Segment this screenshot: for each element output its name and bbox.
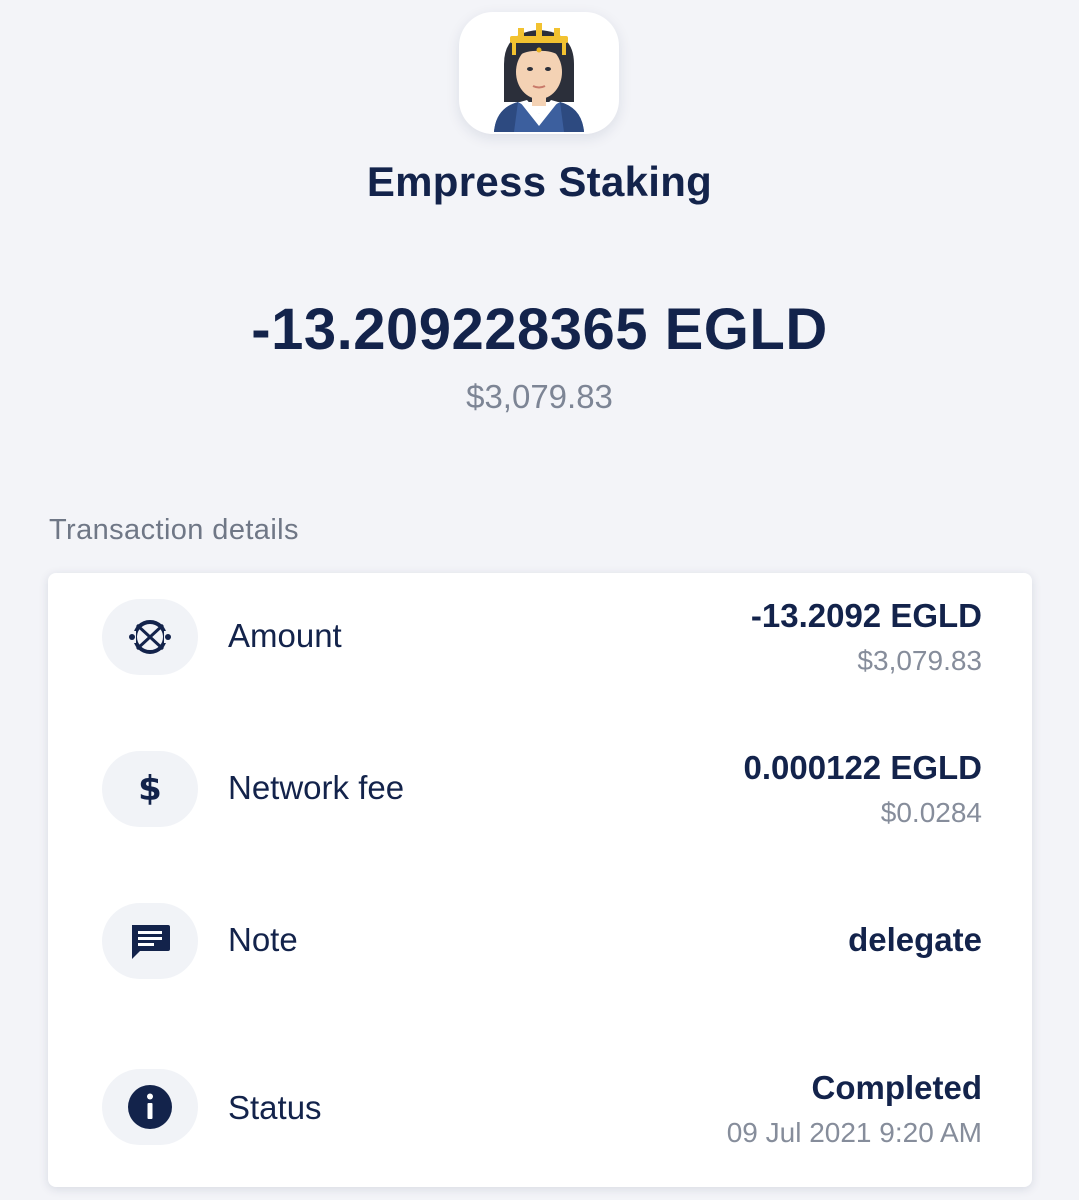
detail-row-status: Status Completed 09 Jul 2021 9:20 AM <box>48 1029 1032 1148</box>
transaction-details-card: Amount -13.2092 EGLD $3,079.83 $ Network… <box>48 573 1032 1187</box>
section-title-transaction-details: Transaction details <box>49 514 299 546</box>
detail-label-note: Note <box>228 921 298 958</box>
detail-value-note: delegate <box>848 921 982 958</box>
message-icon <box>102 903 198 979</box>
transaction-amount: -13.209228365 EGLD <box>251 297 828 362</box>
dollar-icon: $ <box>102 751 198 827</box>
detail-sub-network-fee-fiat: $0.0284 <box>880 797 982 828</box>
detail-row-network-fee: $ Network fee 0.000122 EGLD $0.0284 <box>48 725 1032 835</box>
info-icon <box>102 1069 198 1145</box>
provider-avatar <box>459 12 619 134</box>
detail-value-status: Completed <box>811 1069 982 1106</box>
transaction-amount-fiat: $3,079.83 <box>466 378 613 415</box>
detail-value-network-fee: 0.000122 EGLD <box>743 749 982 786</box>
detail-row-amount: Amount -13.2092 EGLD $3,079.83 <box>48 573 1032 683</box>
provider-name: Empress Staking <box>366 158 713 205</box>
empress-avatar-icon <box>494 23 584 132</box>
detail-value-amount: -13.2092 EGLD <box>750 597 982 634</box>
detail-label-status: Status <box>228 1089 322 1126</box>
egld-logo-icon <box>102 599 198 675</box>
detail-sub-status-timestamp: 09 Jul 2021 9:20 AM <box>726 1117 982 1148</box>
detail-row-note: Note delegate <box>48 877 1032 987</box>
detail-label-network-fee: Network fee <box>228 769 405 806</box>
detail-sub-amount-fiat: $3,079.83 <box>857 645 982 676</box>
detail-label-amount: Amount <box>228 617 342 654</box>
